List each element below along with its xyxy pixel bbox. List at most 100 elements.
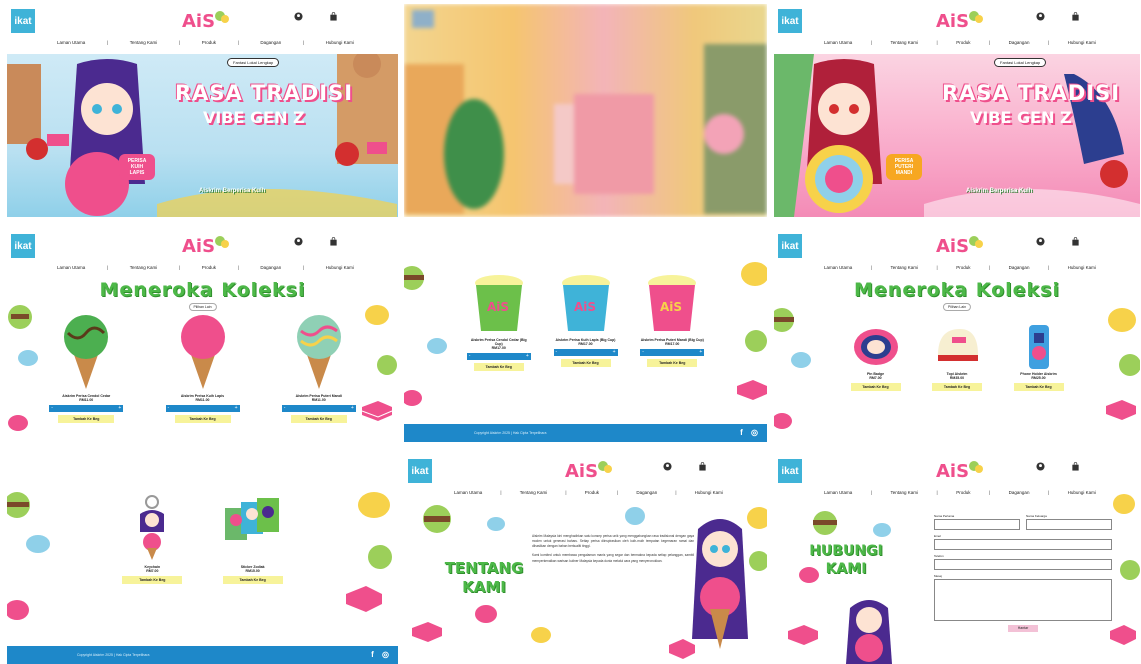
nav-home[interactable]: Laman Utama <box>824 40 852 45</box>
qty-minus-button[interactable]: - <box>469 353 471 360</box>
shopping-bag-icon[interactable] <box>1071 462 1080 471</box>
brand-logo[interactable]: AiS <box>176 8 230 34</box>
add-to-bag-button[interactable]: Tambah Ke Beg <box>473 363 524 371</box>
nav-about[interactable]: Tentang Kami <box>520 490 548 495</box>
nav-about[interactable]: Tentang Kami <box>890 265 918 270</box>
nav-contact[interactable]: Hubungi Kami <box>1068 265 1096 270</box>
user-icon[interactable] <box>294 12 303 21</box>
instagram-icon[interactable]: ◎ <box>750 428 759 437</box>
filter-pill[interactable]: Pilihan Lain <box>942 303 972 311</box>
instagram-icon[interactable]: ◎ <box>381 650 390 659</box>
shopping-bag-icon[interactable] <box>329 12 338 21</box>
shopping-bag-icon[interactable] <box>1071 12 1080 21</box>
brand-logo[interactable]: AiS <box>930 233 984 259</box>
qty-minus-button[interactable]: - <box>284 405 286 412</box>
nav-products[interactable]: Produk <box>956 40 970 45</box>
nav-about[interactable]: Tentang Kami <box>890 490 918 495</box>
nav-home[interactable]: Laman Utama <box>57 40 85 45</box>
quantity-stepper[interactable]: - + <box>640 349 705 356</box>
facebook-icon[interactable]: f <box>737 428 746 437</box>
nav-home[interactable]: Laman Utama <box>824 265 852 270</box>
ice-cream-cone-image[interactable] <box>173 311 233 391</box>
qty-plus-button[interactable]: + <box>699 349 702 356</box>
nav-products[interactable]: Produk <box>956 265 970 270</box>
hero-banner[interactable]: Fantasi Lokal Lengkap RASA TRADISI VIBE … <box>7 54 398 217</box>
qty-minus-button[interactable]: - <box>51 405 53 412</box>
nav-contact[interactable]: Hubungi Kami <box>326 40 354 45</box>
last-name-input[interactable] <box>1026 519 1112 530</box>
nav-home[interactable]: Laman Utama <box>57 265 85 270</box>
user-icon[interactable] <box>1036 12 1045 21</box>
brand-logo[interactable]: AiS <box>930 8 984 34</box>
ice-cream-cup-image[interactable]: AiS <box>473 273 525 335</box>
qty-minus-button[interactable]: - <box>556 349 558 356</box>
add-to-bag-button[interactable]: Tambah Ke Beg <box>290 415 347 423</box>
quantity-stepper[interactable]: - + <box>165 405 240 412</box>
keychain-image[interactable] <box>132 494 172 562</box>
ikat-logo[interactable]: ikat <box>11 234 35 258</box>
user-icon[interactable] <box>1036 237 1045 246</box>
add-to-bag-button[interactable]: Tambah Ke Beg <box>560 359 611 367</box>
nav-merch[interactable]: Dagangan <box>260 265 281 270</box>
nav-products[interactable]: Produk <box>585 490 599 495</box>
pin-badge-image[interactable] <box>851 325 901 369</box>
add-to-bag-button[interactable]: Tambah Ke Beg <box>647 359 698 367</box>
nav-products[interactable]: Produk <box>202 40 216 45</box>
filter-pill[interactable]: Pilihan Lain <box>188 303 217 311</box>
user-icon[interactable] <box>1036 462 1045 471</box>
ice-cream-cup-image[interactable]: AiS <box>646 273 698 335</box>
nav-merch[interactable]: Dagangan <box>1009 40 1030 45</box>
nav-contact[interactable]: Hubungi Kami <box>326 265 354 270</box>
user-icon[interactable] <box>663 462 672 471</box>
ikat-logo[interactable]: ikat <box>778 459 802 483</box>
shopping-bag-icon[interactable] <box>1071 237 1080 246</box>
quantity-stepper[interactable]: - + <box>466 353 531 360</box>
quantity-stepper[interactable]: - + <box>49 405 124 412</box>
nav-home[interactable]: Laman Utama <box>824 490 852 495</box>
phone-input[interactable] <box>934 559 1112 570</box>
qty-plus-button[interactable]: + <box>118 405 121 412</box>
nav-contact[interactable]: Hubungi Kami <box>695 490 723 495</box>
nav-products[interactable]: Produk <box>202 265 216 270</box>
qty-plus-button[interactable]: + <box>526 353 529 360</box>
qty-minus-button[interactable]: - <box>168 405 170 412</box>
ikat-logo[interactable]: ikat <box>778 9 802 33</box>
add-to-bag-button[interactable]: Tambah Ke Beg <box>850 383 901 391</box>
ice-cream-cone-image[interactable] <box>56 311 116 391</box>
brand-logo[interactable]: AiS <box>559 458 613 484</box>
nav-merch[interactable]: Dagangan <box>260 40 281 45</box>
add-to-bag-button[interactable]: Tambah Ke Beg <box>1013 383 1064 391</box>
ikat-logo[interactable]: ikat <box>778 234 802 258</box>
qty-plus-button[interactable]: + <box>351 405 354 412</box>
quantity-stepper[interactable]: - + <box>281 405 356 412</box>
nav-contact[interactable]: Hubungi Kami <box>1068 490 1096 495</box>
qty-plus-button[interactable]: + <box>235 405 238 412</box>
shopping-bag-icon[interactable] <box>329 237 338 246</box>
add-to-bag-button[interactable]: Tambah Ke Beg <box>174 415 231 423</box>
nav-home[interactable]: Laman Utama <box>454 490 482 495</box>
ice-cream-cone-image[interactable] <box>289 311 349 391</box>
nav-about[interactable]: Tentang Kami <box>130 265 158 270</box>
first-name-input[interactable] <box>934 519 1020 530</box>
submit-button[interactable]: Hantar <box>1008 625 1038 632</box>
brand-logo[interactable]: AiS <box>176 233 230 259</box>
message-textarea[interactable] <box>934 579 1112 621</box>
email-input[interactable] <box>934 539 1112 550</box>
ice-cream-cup-image[interactable]: AiS <box>560 273 612 335</box>
add-to-bag-button[interactable]: Tambah Ke Beg <box>932 383 982 391</box>
user-icon[interactable] <box>294 237 303 246</box>
quantity-stepper[interactable]: - + <box>553 349 618 356</box>
sticker-image[interactable] <box>221 494 285 562</box>
ikat-logo[interactable]: ikat <box>11 9 35 33</box>
ikat-logo[interactable]: ikat <box>408 459 432 483</box>
nav-merch[interactable]: Dagangan <box>1009 490 1030 495</box>
nav-contact[interactable]: Hubungi Kami <box>1068 40 1096 45</box>
phone-holder-image[interactable] <box>1014 325 1064 369</box>
nav-products[interactable]: Produk <box>956 490 970 495</box>
cap-image[interactable] <box>932 325 982 369</box>
nav-merch[interactable]: Dagangan <box>1009 265 1030 270</box>
brand-logo[interactable]: AiS <box>930 458 984 484</box>
add-to-bag-button[interactable]: Tambah Ke Beg <box>122 576 183 584</box>
add-to-bag-button[interactable]: Tambah Ke Beg <box>222 576 283 584</box>
nav-merch[interactable]: Dagangan <box>636 490 657 495</box>
